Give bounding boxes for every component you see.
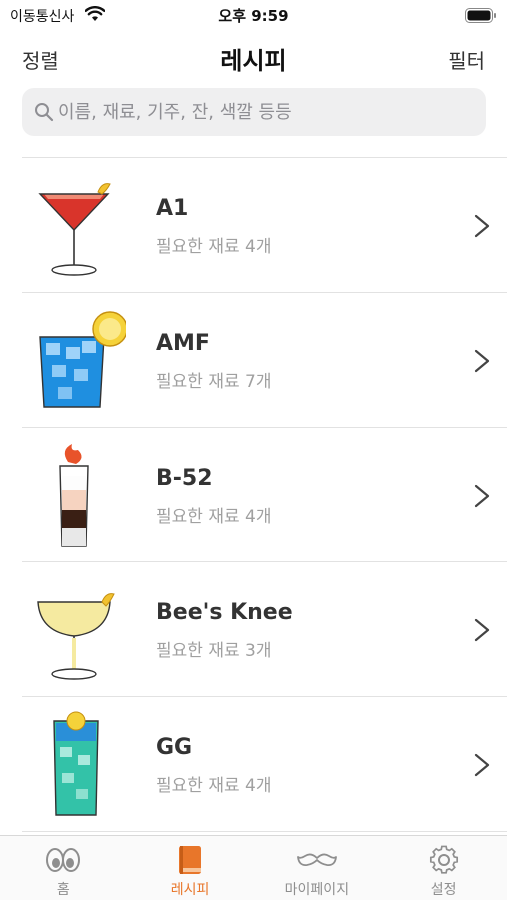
recipe-row[interactable]: AMF 필요한 재료 7개: [22, 293, 507, 428]
recipe-row[interactable]: Bee's Knee 필요한 재료 3개: [22, 562, 507, 698]
chevron-right-icon: [474, 484, 490, 507]
recipe-ingredient-count: 필요한 재료 3개: [156, 641, 272, 662]
recipe-name: B-52: [156, 465, 213, 491]
recipe-ingredient-count: 필요한 재료 4개: [156, 776, 272, 797]
tab-bar: 홈 레시피 마이페이지 설정: [0, 835, 507, 900]
chevron-right-icon: [474, 214, 490, 238]
tab-label: 설정: [430, 882, 457, 898]
battery-icon: [465, 8, 496, 23]
recipe-name: Bee's Knee: [156, 600, 293, 626]
chevron-right-icon: [474, 754, 490, 777]
highball-glass-icon: [39, 311, 126, 408]
recipe-ingredient-count: 필요한 재료 4개: [156, 237, 272, 257]
search-input[interactable]: [58, 88, 478, 136]
tab-label: 레시피: [170, 882, 210, 898]
page-title: 레시피: [220, 47, 287, 75]
chevron-right-icon: [474, 349, 490, 372]
tab-label: 홈: [56, 882, 70, 898]
status-time: 오후 9:59: [218, 7, 289, 25]
recipe-name: AMF: [156, 330, 210, 356]
tab-mypage[interactable]: 마이페이지: [254, 836, 381, 900]
filter-button[interactable]: 필터: [448, 45, 485, 74]
shot-glass-icon: [59, 443, 89, 547]
eyes-icon: [46, 848, 81, 872]
chevron-right-icon: [474, 619, 490, 642]
collins-glass-icon: [53, 711, 99, 816]
tab-settings[interactable]: 설정: [380, 836, 507, 900]
recipe-list: A1 필요한 재료 4개 AMF 필요한 재료 7개 B-52 필요한 재료 4…: [22, 157, 507, 832]
coupe-glass-icon: [37, 593, 115, 681]
recipe-name: GG: [156, 735, 193, 761]
recipe-ingredient-count: 필요한 재료 4개: [156, 506, 272, 527]
book-icon: [179, 846, 202, 874]
tab-recipes[interactable]: 레시피: [127, 836, 254, 900]
navigation-bar: 정렬 레시피 필터: [0, 36, 507, 80]
tab-label: 마이페이지: [284, 882, 350, 898]
status-bar: 이동통신사 오후 9:59: [0, 0, 507, 32]
search-bar[interactable]: [22, 88, 486, 136]
recipe-name: A1: [156, 196, 189, 221]
recipe-ingredient-count: 필요한 재료 7개: [156, 371, 272, 392]
recipe-row[interactable]: A1 필요한 재료 4개: [22, 158, 507, 293]
recipe-row[interactable]: B-52 필요한 재료 4개: [22, 428, 507, 563]
martini-glass-icon: [38, 183, 111, 276]
tab-home[interactable]: 홈: [0, 836, 127, 900]
mustache-icon: [296, 853, 337, 866]
recipe-row[interactable]: GG 필요한 재료 4개: [22, 697, 507, 832]
gear-icon: [429, 845, 458, 874]
search-icon: [35, 103, 54, 122]
